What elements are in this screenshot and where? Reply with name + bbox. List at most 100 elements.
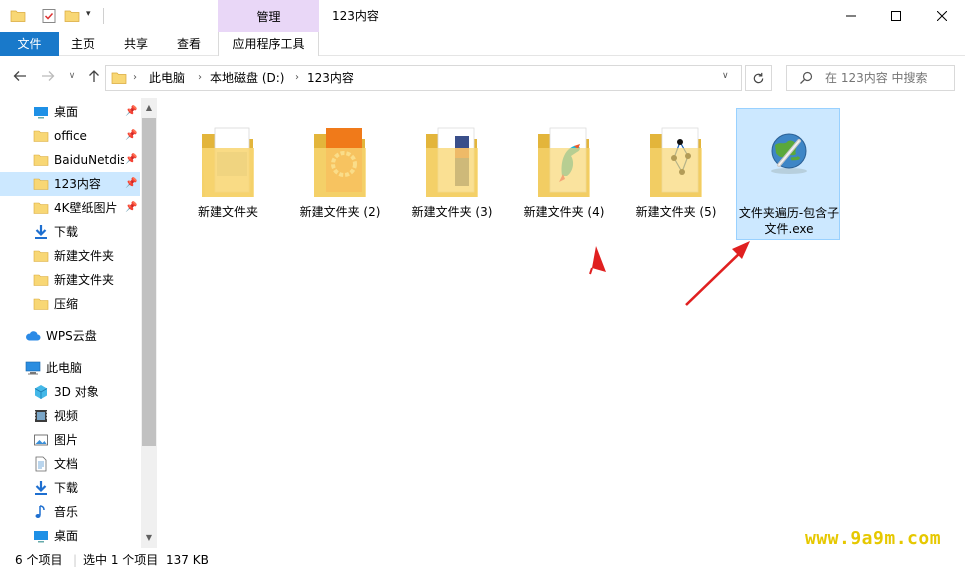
toolbar-divider (103, 8, 104, 24)
address-dropdown-icon[interactable]: ∨ (722, 71, 729, 81)
refresh-button[interactable] (745, 65, 772, 91)
folder-icon (33, 248, 49, 264)
annotation-arrow-icon (589, 246, 606, 275)
sidebar-item-new-folder-2[interactable]: 新建文件夹 (0, 268, 140, 292)
tab-home[interactable]: 主页 (59, 32, 107, 56)
folder-icon (33, 152, 49, 168)
pin-icon: 📌 (125, 154, 138, 165)
sidebar-item-music[interactable]: 音乐 (0, 500, 140, 524)
forward-button[interactable] (38, 66, 58, 86)
folder-icon (33, 128, 49, 144)
address-bar[interactable]: › 此电脑 › 本地磁盘 (D:) › 123内容 ∨ (105, 65, 742, 91)
file-item-folder[interactable]: 新建文件夹 (2) (288, 108, 392, 240)
computer-icon (25, 360, 41, 376)
pin-icon: 📌 (125, 178, 138, 189)
folder-icon (202, 127, 254, 197)
minimize-button[interactable] (828, 0, 874, 32)
ribbon-tabs: 文件 主页 共享 查看 应用程序工具 ∨ ? (0, 32, 965, 85)
folder-icon (538, 127, 590, 197)
properties-icon[interactable] (41, 8, 57, 27)
picture-icon (33, 432, 49, 448)
sidebar-item-videos[interactable]: 视频 (0, 404, 140, 428)
maximize-button[interactable] (873, 0, 919, 32)
file-item-folder[interactable]: 新建文件夹 (5) (624, 108, 728, 240)
chevron-right-icon[interactable]: › (133, 66, 137, 90)
window-title: 123内容 (332, 9, 379, 23)
sidebar-item-new-folder-1[interactable]: 新建文件夹 (0, 244, 140, 268)
navigation-pane: 桌面 📌 office 📌 BaiduNetdis 📌 123内容 📌 4K壁纸… (0, 98, 157, 548)
up-button[interactable] (84, 66, 104, 86)
file-item-folder[interactable]: 新建文件夹 (3) (400, 108, 504, 240)
sidebar-item-desktop[interactable]: 桌面 (0, 524, 140, 548)
sidebar-item-wps-cloud[interactable]: WPS云盘 (0, 324, 140, 348)
chevron-right-icon[interactable]: › (295, 66, 299, 90)
file-name: 新建文件夹 (2) (299, 205, 381, 219)
status-bar: 6 个项目 | 选中 1 个项目 137 KB (0, 548, 965, 572)
folder-icon (33, 272, 49, 288)
3d-objects-icon (33, 384, 49, 400)
folder-icon (33, 200, 49, 216)
sidebar-item-label: 压缩 (54, 297, 79, 311)
globe-app-icon (771, 133, 807, 174)
sidebar-item-downloads-pinned[interactable]: 下载 (0, 220, 140, 244)
navigation-bar: ∨ › 此电脑 › 本地磁盘 (D:) › 123内容 ∨ (0, 56, 965, 98)
breadcrumb-local-disk[interactable]: 本地磁盘 (D:) (210, 66, 284, 90)
sidebar-item-4k-wallpapers[interactable]: 4K壁纸图片 📌 (0, 196, 140, 220)
folder-icon (314, 128, 366, 197)
sidebar-item-downloads[interactable]: 下载 (0, 476, 140, 500)
tab-share[interactable]: 共享 (112, 32, 160, 56)
sidebar-item-label: 新建文件夹 (54, 249, 115, 263)
file-name: 新建文件夹 (4) (523, 205, 605, 219)
breadcrumb-current-folder[interactable]: 123内容 (307, 66, 354, 90)
sidebar-item-label: 下载 (54, 225, 79, 239)
breadcrumb-this-pc[interactable]: 此电脑 (149, 66, 185, 90)
search-box[interactable] (786, 65, 955, 91)
sidebar-item-label: 123内容 (54, 177, 101, 191)
sidebar-item-label: 此电脑 (46, 361, 83, 375)
sidebar-item-3d-objects[interactable]: 3D 对象 (0, 380, 140, 404)
folder-icon[interactable] (10, 8, 26, 27)
file-item-exe[interactable]: 文件夹遍历-包含子文件.exe (736, 108, 840, 240)
folder-icon (426, 127, 478, 197)
sidebar-item-label: 下载 (54, 481, 79, 495)
sidebar-item-baidunetdisk[interactable]: BaiduNetdis 📌 (0, 148, 140, 172)
desktop-icon (33, 104, 49, 120)
customize-toolbar-icon[interactable]: ▾ (86, 9, 91, 19)
file-item-folder[interactable]: 新建文件夹 (176, 108, 280, 240)
sidebar-item-pictures[interactable]: 图片 (0, 428, 140, 452)
download-icon (33, 480, 49, 496)
back-button[interactable] (10, 66, 30, 86)
scroll-up-icon[interactable]: ▲ (141, 100, 156, 116)
sidebar-item-label: 桌面 (54, 105, 79, 119)
tab-application-tools[interactable]: 应用程序工具 (218, 32, 319, 56)
close-button[interactable] (919, 0, 965, 32)
sidebar-item-label: 4K壁纸图片 (54, 201, 118, 215)
sidebar-scrollbar-thumb[interactable] (142, 118, 156, 446)
sidebar-item-office[interactable]: office 📌 (0, 124, 140, 148)
scroll-down-icon[interactable]: ▼ (141, 530, 156, 546)
chevron-right-icon[interactable]: › (198, 66, 202, 90)
tab-view[interactable]: 查看 (165, 32, 213, 56)
pin-icon: 📌 (125, 202, 138, 213)
tab-file[interactable]: 文件 (0, 32, 59, 56)
sidebar-item-documents[interactable]: 文档 (0, 452, 140, 476)
file-name: 新建文件夹 (3) (411, 205, 493, 219)
status-divider: | (73, 553, 78, 567)
file-item-folder[interactable]: 新建文件夹 (4) (512, 108, 616, 240)
sidebar-item-compressed[interactable]: 压缩 (0, 292, 140, 316)
sidebar-item-desktop-pinned[interactable]: 桌面 📌 (0, 100, 140, 124)
context-tab-header: 管理 (218, 0, 319, 32)
item-count: 6 个项目 (15, 553, 63, 567)
download-icon (33, 224, 49, 240)
pin-icon: 📌 (125, 130, 138, 141)
sidebar-item-123content[interactable]: 123内容 📌 (0, 172, 140, 196)
sidebar-item-label: 图片 (54, 433, 79, 447)
folder-icon (33, 176, 49, 192)
sidebar-item-label: 新建文件夹 (54, 273, 115, 287)
new-folder-icon[interactable] (64, 8, 80, 27)
sidebar-item-this-pc[interactable]: 此电脑 (0, 356, 140, 380)
recent-locations-icon[interactable]: ∨ (62, 66, 82, 86)
search-input[interactable] (825, 69, 951, 87)
sidebar-item-label: BaiduNetdis (54, 153, 124, 167)
sidebar-item-label: WPS云盘 (46, 329, 97, 343)
